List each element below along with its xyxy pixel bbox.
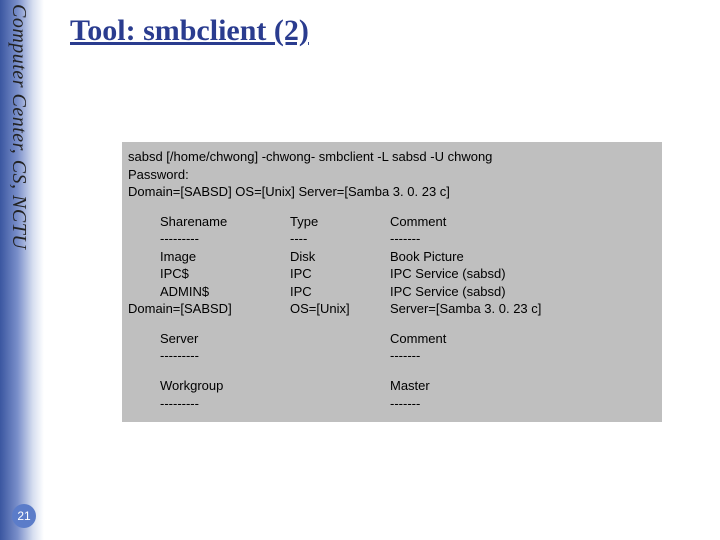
share-divider-row: --------- ---- -------	[128, 230, 656, 248]
domain-seg: OS=[Unix]	[290, 300, 390, 318]
divider: -------	[390, 230, 656, 248]
divider: ---------	[160, 347, 290, 365]
share-name: IPC$	[160, 265, 290, 283]
workgroup-header: Workgroup	[160, 377, 290, 395]
share-header: Comment	[390, 213, 656, 231]
terminal-line: sabsd [/home/chwong] -chwong- smbclient …	[128, 148, 656, 166]
share-comment: Book Picture	[390, 248, 656, 266]
share-row: Image Disk Book Picture	[128, 248, 656, 266]
share-name: ADMIN$	[160, 283, 290, 301]
share-row: ADMIN$ IPC IPC Service (sabsd)	[128, 283, 656, 301]
share-header: Type	[290, 213, 390, 231]
share-type: Disk	[290, 248, 390, 266]
share-header: Sharename	[160, 213, 290, 231]
share-name: Image	[160, 248, 290, 266]
share-type: IPC	[290, 265, 390, 283]
share-comment: IPC Service (sabsd)	[390, 265, 656, 283]
divider: -------	[390, 347, 656, 365]
share-comment: IPC Service (sabsd)	[390, 283, 656, 301]
share-header-row: Sharename Type Comment	[128, 213, 656, 231]
domain-seg: Server=[Samba 3. 0. 23 c]	[390, 300, 656, 318]
share-row: IPC$ IPC IPC Service (sabsd)	[128, 265, 656, 283]
server-header: Comment	[390, 330, 656, 348]
share-type: IPC	[290, 283, 390, 301]
divider: ----	[290, 230, 390, 248]
server-header	[290, 330, 390, 348]
server-divider: --------- -------	[128, 347, 656, 365]
server-header: Server	[160, 330, 290, 348]
workgroup-divider: --------- -------	[128, 395, 656, 413]
page-title: Tool: smbclient (2)	[70, 14, 309, 48]
terminal-line: Domain=[SABSD] OS=[Unix] Server=[Samba 3…	[128, 183, 656, 201]
server-header: Server Comment	[128, 330, 656, 348]
terminal-output: sabsd [/home/chwong] -chwong- smbclient …	[122, 142, 662, 422]
divider: -------	[390, 395, 656, 413]
divider: ---------	[160, 395, 290, 413]
divider: ---------	[160, 230, 290, 248]
affiliation-label: Computer Center, CS, NCTU	[7, 4, 30, 249]
workgroup-header: Master	[390, 377, 656, 395]
page-number-badge: 21	[12, 504, 36, 528]
domain-seg: Domain=[SABSD]	[128, 300, 290, 318]
workgroup-header: Workgroup Master	[128, 377, 656, 395]
terminal-line: Password:	[128, 166, 656, 184]
domain-row: Domain=[SABSD] OS=[Unix] Server=[Samba 3…	[128, 300, 656, 318]
